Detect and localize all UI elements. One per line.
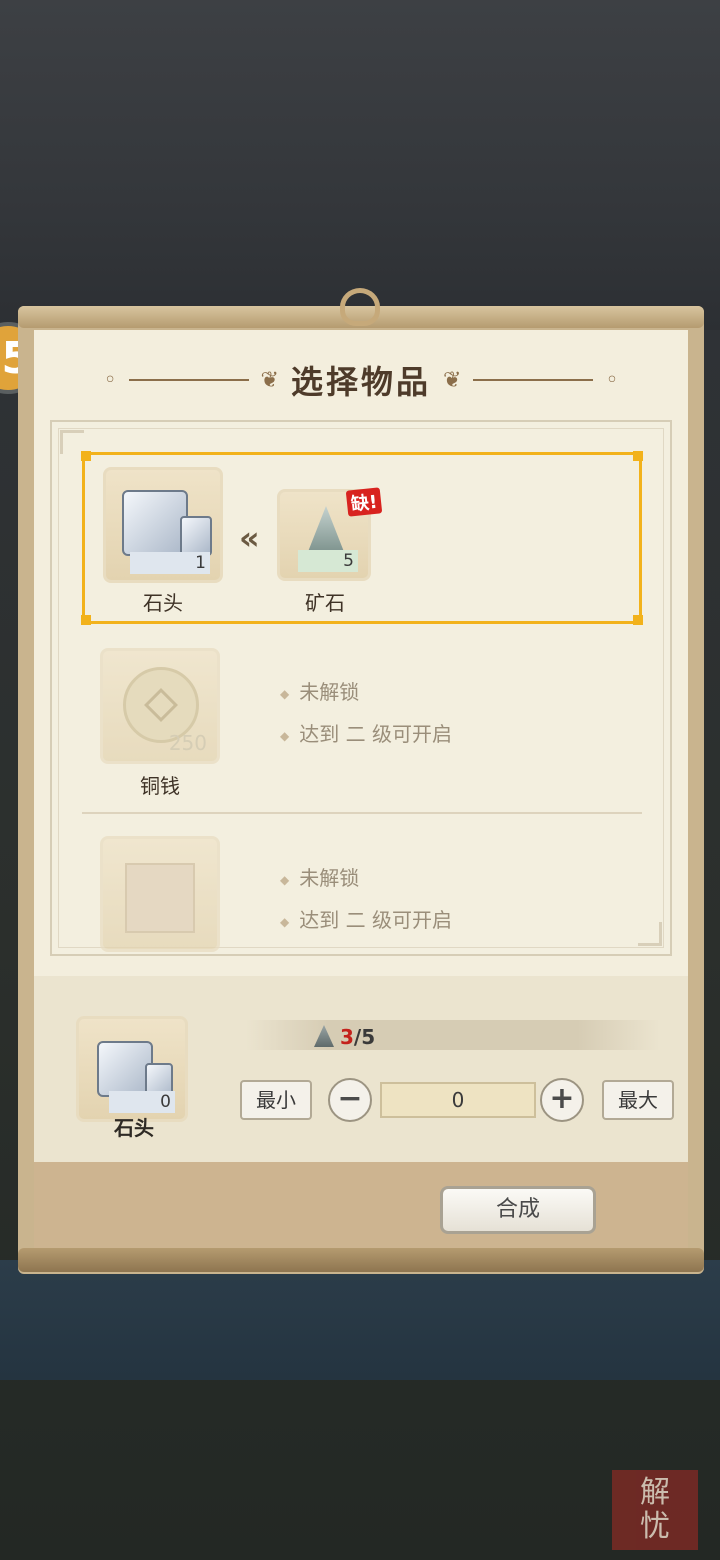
stone-output-count: 1 (130, 552, 210, 574)
title-divider-left (128, 379, 249, 381)
crafting-item-card: 0 (76, 1016, 188, 1122)
seal-char-1: 解 (640, 1475, 670, 1510)
dialog-title: 选择物品 (290, 363, 431, 401)
recipe-list[interactable]: 1 石头 « 5 缺! 矿石 250 铜钱 ◆ 未解锁 ◆ 达到 二 级可开启 ◆ 未… (50, 420, 672, 956)
title-ornament-right-icon: ◦ (605, 367, 619, 393)
scroll-knot-icon (340, 288, 380, 326)
selection-corner (81, 615, 91, 625)
title-ornament-left-icon: ◦ (103, 367, 117, 393)
selection-corner (633, 615, 643, 625)
seal-stamp[interactable]: 解 忧 (612, 1470, 698, 1550)
material-need: /5 (353, 1025, 376, 1049)
title-divider-right (473, 379, 594, 381)
minus-button[interactable]: − (328, 1078, 372, 1122)
quantity-input[interactable]: 0 (380, 1082, 536, 1118)
material-have: 3 (340, 1025, 354, 1049)
river-background (0, 1260, 720, 1380)
seal-char-2: 忧 (640, 1509, 670, 1544)
material-progress-strip (246, 1020, 660, 1050)
title-swirl-right-icon: ❦ (443, 367, 462, 393)
selection-corner (633, 451, 643, 461)
row-divider (82, 812, 642, 814)
shortage-badge: 缺! (345, 487, 383, 517)
ore-input-count: 5 (298, 550, 358, 572)
ore-input-label: 矿石 (305, 591, 345, 615)
craft-button[interactable]: 合成 (440, 1186, 596, 1234)
stone-output-card[interactable]: 1 (103, 467, 223, 583)
selection-corner (81, 451, 91, 461)
title-swirl-left-icon: ❦ (260, 367, 279, 393)
corner-ornament-icon (638, 922, 662, 946)
stone-small-icon (180, 516, 212, 556)
mountain-background (0, 0, 720, 330)
crafting-item-label: 石头 (114, 1116, 154, 1140)
dialog-header: ◦ ❦ 选择物品 ❦ ◦ (34, 352, 688, 408)
material-progress: 3/5 (340, 1025, 375, 1049)
scroll-rod-bottom (18, 1248, 704, 1272)
recipe-row-stone[interactable]: 1 石头 « 5 缺! 矿石 (81, 451, 643, 625)
plus-button[interactable]: + (540, 1078, 584, 1122)
stone-icon (122, 490, 188, 556)
min-button[interactable]: 最小 (240, 1080, 312, 1120)
max-button[interactable]: 最大 (602, 1080, 674, 1120)
arrow-left-icon: « (239, 519, 260, 557)
stone-output-label: 石头 (143, 591, 183, 615)
crafting-item-count: 0 (109, 1091, 175, 1113)
